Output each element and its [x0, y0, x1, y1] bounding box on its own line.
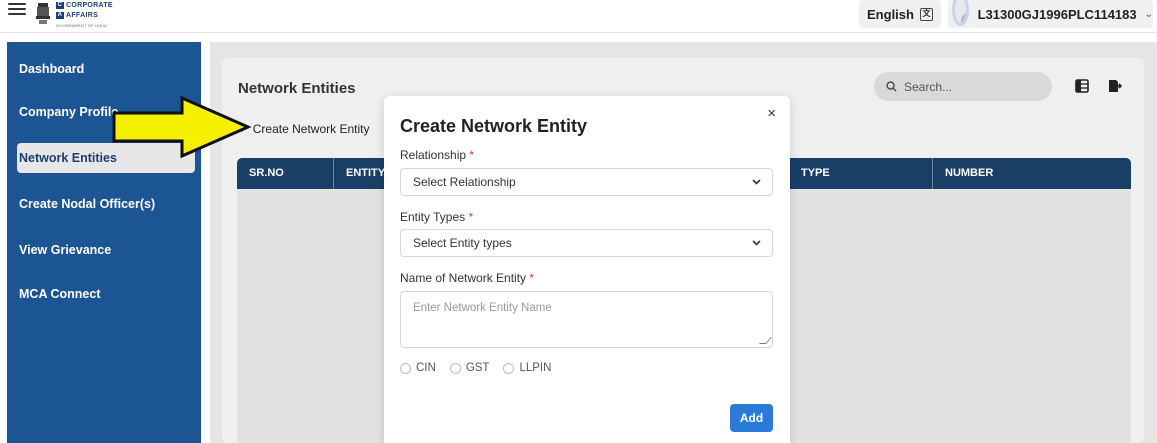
radio-llpin[interactable]: LLPIN: [503, 362, 551, 374]
column-header-srno: SR.NO: [237, 158, 334, 189]
radio-cin[interactable]: CIN: [400, 362, 436, 374]
relationship-label: Relationship *: [400, 148, 475, 162]
logo-line2: AFFAIRS: [66, 12, 99, 19]
ministry-logo[interactable]: C CORPORATE A AFFAIRS GOVERNMENT OF INDIA: [34, 1, 174, 31]
relationship-select-value: Select Relationship: [413, 175, 516, 189]
radio-gst[interactable]: GST: [449, 362, 489, 374]
annotation-arrow-icon: [112, 96, 252, 158]
logo-line1: CORPORATE: [66, 2, 113, 9]
search-placeholder: Search...: [904, 79, 953, 94]
export-icon[interactable]: [1108, 79, 1122, 93]
user-id: L31300GJ1996PLC114183: [977, 6, 1137, 22]
emblem-icon: [36, 3, 50, 24]
translate-icon: 文: [919, 7, 933, 21]
sidebar-item-create-nodal-officer[interactable]: Create Nodal Officer(s): [19, 189, 155, 219]
relationship-select[interactable]: Select Relationship: [400, 168, 773, 196]
entity-types-select[interactable]: Select Entity types: [400, 229, 773, 257]
logo-subtitle: GOVERNMENT OF INDIA: [56, 23, 107, 28]
hamburger-menu-icon[interactable]: [8, 3, 26, 17]
language-label: English: [867, 6, 914, 22]
close-icon[interactable]: ×: [767, 106, 776, 121]
entity-name-textarea[interactable]: Enter Network Entity Name: [400, 291, 773, 348]
resize-handle-icon[interactable]: [759, 337, 772, 344]
id-type-radio-group: CIN GST LLPIN: [400, 362, 551, 374]
sidebar-item-company-profile[interactable]: Company Profile: [19, 97, 118, 127]
chevron-down-icon: [752, 177, 761, 187]
user-menu[interactable]: L31300GJ1996PLC114183 ⌄: [948, 0, 1153, 28]
chevron-down-icon: ⌄: [1144, 8, 1153, 20]
search-input[interactable]: Search...: [874, 72, 1052, 101]
sidebar-item-dashboard[interactable]: Dashboard: [19, 54, 84, 84]
language-selector[interactable]: English 文: [859, 0, 941, 28]
avatar: [952, 0, 969, 26]
top-bar: C CORPORATE A AFFAIRS GOVERNMENT OF INDIA …: [0, 0, 1157, 33]
entity-types-label: Entity Types *: [400, 210, 474, 224]
entity-name-label: Name of Network Entity *: [400, 271, 535, 285]
radio-circle-icon: [503, 362, 515, 374]
modal-title: Create Network Entity: [400, 116, 588, 136]
entity-types-select-value: Select Entity types: [413, 236, 512, 250]
create-network-entity-modal: × Create Network Entity Relationship * S…: [384, 96, 790, 443]
required-mark: *: [529, 271, 535, 285]
column-header-number: NUMBER: [945, 167, 994, 179]
create-button-label: Create Network Entity: [252, 122, 370, 136]
search-icon: [886, 81, 897, 92]
logo-box-a: A: [56, 12, 64, 19]
page-title: Network Entities: [238, 80, 356, 97]
add-button[interactable]: Add: [730, 404, 773, 432]
radio-circle-icon: [449, 362, 461, 374]
columns-icon[interactable]: [1075, 79, 1089, 93]
required-mark: *: [468, 210, 474, 224]
chevron-down-icon: [752, 238, 761, 248]
radio-circle-icon: [400, 362, 411, 374]
column-header-type: TYPE: [789, 158, 933, 189]
sidebar-item-mca-connect[interactable]: MCA Connect: [19, 279, 100, 309]
logo-box-c: C: [56, 2, 64, 9]
entity-name-placeholder: Enter Network Entity Name: [413, 302, 552, 314]
required-mark: *: [469, 148, 475, 162]
sidebar-item-view-grievance[interactable]: View Grievance: [19, 235, 111, 265]
